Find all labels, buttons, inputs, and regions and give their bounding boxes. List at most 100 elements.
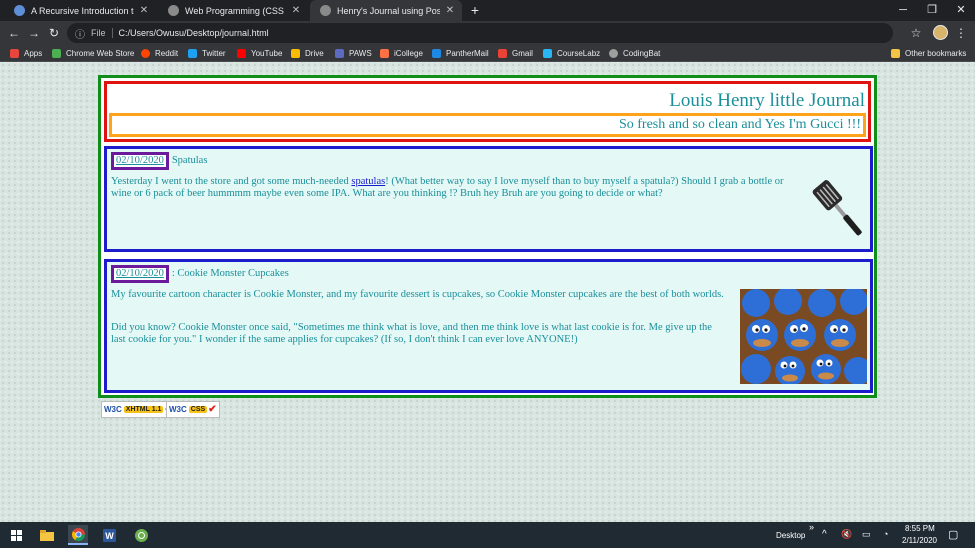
close-icon[interactable]: ✕ [444, 5, 456, 16]
tab-title: Henry's Journal using Positioning [337, 5, 440, 16]
page-subtitle: So fresh and so clean and Yes I'm Gucci … [618, 117, 861, 132]
bookmark-label: Reddit [155, 48, 179, 58]
page-title: Louis Henry little Journal [669, 90, 865, 111]
address-bar[interactable]: ⓘ File C:/Users/Owusu/Desktop/journal.ht… [67, 23, 893, 43]
bookmark-reddit[interactable]: Reddit [141, 45, 178, 61]
bookmark-paws[interactable]: PAWS [335, 45, 372, 61]
clock-time[interactable]: 8:55 PM [905, 524, 935, 533]
bookmark-chrome-web-store[interactable]: Chrome Web Store [52, 45, 134, 61]
bookmark-label: Drive [305, 48, 324, 58]
reload-button[interactable]: ↻ [45, 24, 63, 42]
entry-paragraph: My favourite cartoon character is Cookie… [111, 289, 724, 300]
bookmark-gmail[interactable]: Gmail [498, 45, 533, 61]
clock-date[interactable]: 2/11/2020 [902, 536, 937, 545]
volume-muted-icon[interactable]: 🔇 [841, 529, 852, 540]
bookmark-label: Other bookmarks [905, 48, 967, 58]
twitter-icon [188, 48, 197, 58]
badge-tag: XHTML 1.1 [123, 406, 164, 413]
journal-entry-cookie-monster: 02/10/2020 : Cookie Monster Cupcakes My … [104, 259, 873, 393]
bookmark-label: PAWS [349, 48, 372, 58]
entry-heading: : Cookie Monster Cupcakes [171, 268, 289, 279]
bookmark-label: CodingBat [623, 48, 661, 58]
file-explorer-icon[interactable] [37, 525, 57, 545]
word-taskbar-icon[interactable]: W [99, 525, 119, 545]
entry-paragraph: Did you know? Cookie Monster once said, … [111, 322, 712, 345]
entry-text: Yesterday I went to the store and got so… [111, 176, 801, 199]
bookmark-codingbat[interactable]: CodingBat [609, 45, 660, 61]
bookmark-label: CourseLabz [557, 48, 601, 58]
wifi-icon[interactable]: ◔ [883, 529, 888, 539]
codingbat-icon [609, 48, 618, 58]
web-store-icon [52, 48, 61, 58]
tab-recursive-intro[interactable]: A Recursive Introduction to the T ✕ [4, 0, 156, 21]
w3c-css-badge[interactable]: W3C CSS ✔ [166, 401, 220, 418]
bookmark-panthermail[interactable]: PantherMail [432, 45, 489, 61]
spatulas-link[interactable]: spatulas [351, 176, 385, 187]
desktop-toolbar-label[interactable]: Desktop [776, 531, 805, 540]
bookmark-youtube[interactable]: YouTube [237, 45, 282, 61]
entry-heading-row: 02/10/2020 : Cookie Monster Cupcakes [111, 265, 289, 283]
windows-start-icon[interactable] [6, 525, 26, 545]
close-window-button[interactable]: ✕ [946, 0, 975, 21]
w3c-logo-text: W3C [104, 405, 122, 414]
close-icon[interactable]: ✕ [138, 5, 150, 16]
chrome-taskbar-icon[interactable] [68, 525, 88, 545]
windows-taskbar: W Desktop » ^ 🔇 ▭ ◔ 8:55 PM 2/11/2020 ▢ [0, 522, 975, 548]
apps-grid-icon [10, 48, 19, 58]
w3c-xhtml-badge[interactable]: W3C XHTML 1.1 ✔ [101, 401, 176, 418]
tab-title: Web Programming (CSS Design [185, 5, 286, 16]
new-tab-button[interactable]: + [467, 2, 483, 18]
paws-icon [335, 48, 344, 58]
entry-heading: Spatulas [171, 155, 208, 166]
tab-web-programming[interactable]: Web Programming (CSS Design ✕ [158, 0, 308, 21]
bookmark-label: Gmail [512, 48, 533, 58]
app-globe-taskbar-icon[interactable] [131, 525, 151, 545]
courselabz-icon [543, 48, 552, 58]
entry-heading-row: 02/10/2020 Spatulas [111, 152, 207, 170]
bookmarks-bar: Apps Chrome Web Store Reddit Twitter You… [0, 45, 975, 62]
tab-favicon-icon [320, 5, 331, 16]
bookmark-icollege[interactable]: iCollege [380, 45, 423, 61]
bookmark-label: iCollege [394, 48, 423, 58]
browser-toolbar: ← → ↻ ⓘ File C:/Users/Owusu/Desktop/jour… [0, 21, 975, 45]
toolbar-expand-icon[interactable]: » [809, 522, 814, 532]
entry-text-part: Yesterday I went to the store and got so… [111, 176, 352, 187]
chevron-up-icon[interactable]: ^ [822, 529, 827, 540]
bookmark-label: Apps [24, 48, 43, 58]
entry-date: 02/10/2020 [111, 265, 169, 283]
w3c-logo-text: W3C [169, 405, 187, 414]
forward-button[interactable]: → [25, 24, 43, 42]
badge-tag: CSS [188, 406, 208, 413]
address-scheme-label: File [91, 28, 113, 38]
folder-icon [891, 48, 900, 58]
bookmark-star-icon[interactable]: ☆ [907, 24, 925, 42]
back-button[interactable]: ← [5, 24, 23, 42]
address-url[interactable]: C:/Users/Owusu/Desktop/journal.html [119, 28, 269, 38]
icollege-icon [380, 48, 389, 58]
restore-button[interactable]: ❐ [917, 0, 947, 21]
close-icon[interactable]: ✕ [290, 5, 302, 16]
bookmark-apps[interactable]: Apps [10, 45, 42, 61]
info-icon[interactable]: ⓘ [75, 26, 85, 41]
bookmark-drive[interactable]: Drive [291, 45, 324, 61]
bookmark-label: YouTube [251, 48, 283, 58]
bookmark-label: Chrome Web Store [66, 48, 135, 58]
battery-icon[interactable]: ▭ [862, 529, 871, 540]
page-viewport[interactable]: Louis Henry little Journal So fresh and … [0, 62, 975, 522]
bookmark-twitter[interactable]: Twitter [188, 45, 226, 61]
youtube-icon [237, 48, 246, 58]
gmail-icon [498, 48, 507, 58]
cookie-monster-cupcakes-image [740, 289, 867, 384]
check-icon: ✔ [208, 404, 217, 415]
notifications-icon[interactable]: ▢ [948, 528, 958, 541]
other-bookmarks[interactable]: Other bookmarks [891, 45, 966, 61]
journal-header: Louis Henry little Journal So fresh and … [104, 81, 871, 142]
tab-henrys-journal[interactable]: Henry's Journal using Positioning ✕ [310, 0, 462, 21]
reddit-icon [141, 48, 150, 58]
profile-avatar[interactable] [933, 25, 948, 40]
bookmark-courselabz[interactable]: CourseLabz [543, 45, 600, 61]
journal-entry-spatulas: 02/10/2020 Spatulas Yesterday I went to … [104, 146, 873, 252]
journal-container: Louis Henry little Journal So fresh and … [98, 75, 877, 398]
browser-menu-icon[interactable]: ⋮ [954, 24, 968, 42]
minimize-button[interactable]: ─ [888, 0, 918, 21]
